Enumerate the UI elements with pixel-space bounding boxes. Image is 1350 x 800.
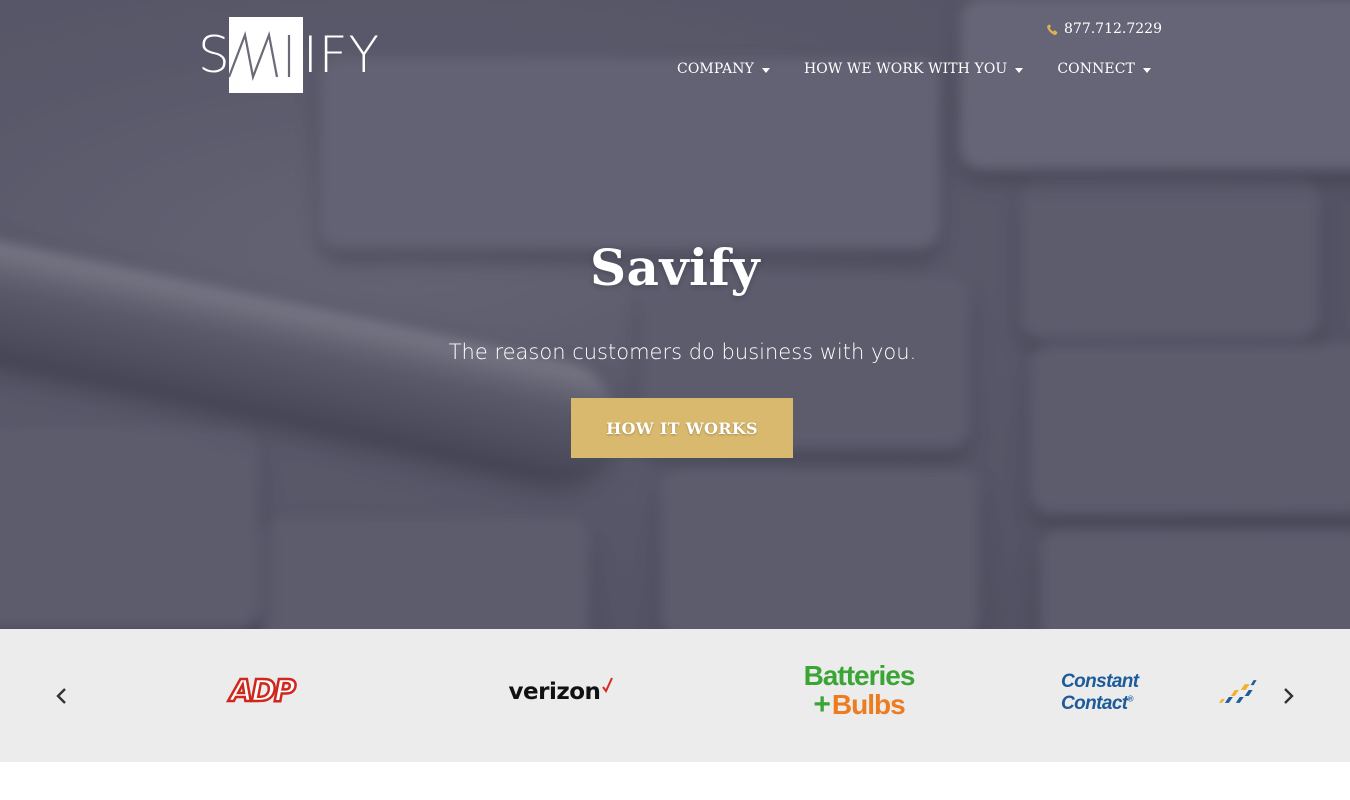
- logo-constant-contact: Constant Contact®: [1061, 671, 1257, 714]
- logo-batteries-plus-bulbs: Batteries + Bulbs: [793, 662, 925, 720]
- nav-label: COMPANY: [677, 61, 754, 77]
- nav-item-how-we-work[interactable]: HOW WE WORK WITH YOU: [803, 61, 1024, 77]
- caret-down-icon: [761, 67, 770, 73]
- chevron-left-icon: [56, 688, 66, 704]
- carousel-next-button[interactable]: [1276, 681, 1300, 711]
- adp-logo-text: ADP: [229, 674, 298, 709]
- phone-icon: [1047, 23, 1058, 35]
- nav-item-connect[interactable]: CONNECT: [1057, 61, 1151, 77]
- client-logo-carousel: ADP verizon Batteries + Bulbs Constant C…: [0, 629, 1350, 762]
- how-it-works-button[interactable]: HOW IT WORKS: [571, 398, 793, 458]
- hero-subtitle: The reason customers do business with yo…: [448, 340, 917, 364]
- main-nav: COMPANY HOW WE WORK WITH YOU CONNECT: [677, 61, 1151, 77]
- bb-logo-plus: +: [813, 688, 831, 721]
- logo-adp: ADP: [226, 675, 298, 709]
- checkmark-icon: [602, 677, 614, 693]
- chevron-right-icon: [1284, 688, 1294, 704]
- caret-down-icon: [1015, 67, 1024, 73]
- verizon-logo-text: verizon: [508, 679, 601, 705]
- bb-logo-line2: Bulbs: [831, 689, 906, 720]
- cc-logo-text: Constant Contact®: [1061, 671, 1139, 714]
- nav-label: CONNECT: [1057, 61, 1135, 77]
- hero-title: Savify: [589, 238, 761, 297]
- logo-mark: [229, 17, 303, 93]
- constant-contact-mark-icon: [1219, 680, 1257, 703]
- bb-logo-line1: Batteries: [803, 660, 916, 691]
- phone-contact[interactable]: 877.712.7229: [1046, 21, 1162, 37]
- hero-overlay: [0, 0, 1350, 629]
- caret-down-icon: [1143, 67, 1151, 73]
- nav-item-company[interactable]: COMPANY: [677, 61, 770, 77]
- nav-label: HOW WE WORK WITH YOU: [803, 61, 1008, 77]
- bb-logo-line2-wrap: + Bulbs: [813, 688, 906, 721]
- phone-number: 877.712.7229: [1064, 21, 1162, 37]
- site-logo[interactable]: S IFY: [198, 17, 388, 93]
- hero-section: S IFY 877.712.7229 COMPANY HOW WE WORK WI…: [0, 0, 1350, 629]
- carousel-prev-button[interactable]: [50, 681, 74, 711]
- logo-verizon: verizon: [503, 677, 619, 707]
